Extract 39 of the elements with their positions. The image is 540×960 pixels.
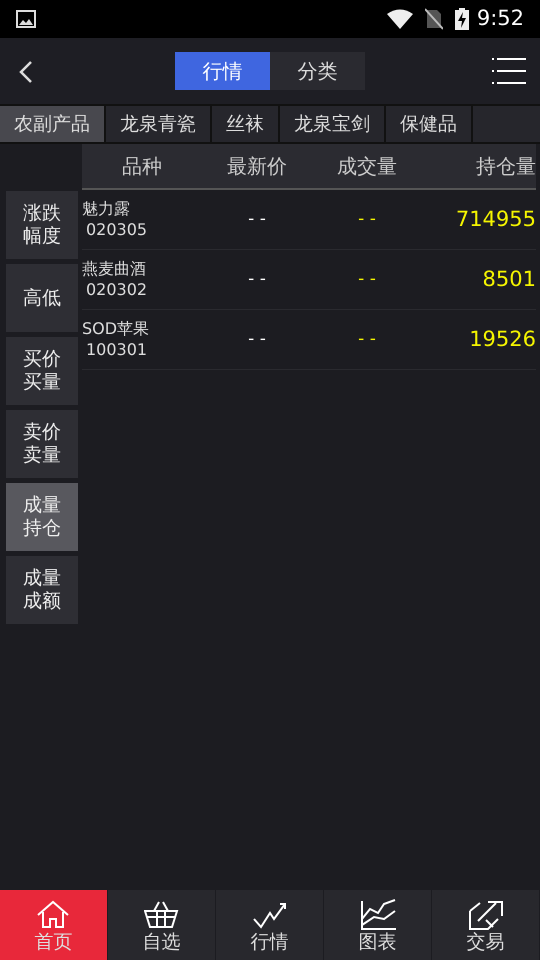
sort-button[interactable]: 卖价卖量: [6, 410, 78, 478]
product-name: SOD苹果: [82, 318, 150, 340]
product-code: 100301: [85, 340, 148, 360]
line-chart-icon: [360, 898, 396, 930]
column-header: 最新价: [226, 153, 288, 180]
sort-button[interactable]: 买价买量: [6, 337, 78, 405]
table-cell-text: 19526: [468, 326, 536, 353]
no-sim-icon: [424, 8, 443, 30]
table-cell-text: 8501: [482, 266, 536, 293]
clock: 9:52: [476, 5, 524, 32]
column-header: 成交量: [336, 153, 398, 180]
table-cell-text: - -: [247, 328, 267, 351]
table-cell-text: - -: [247, 268, 267, 291]
image-icon: [16, 10, 36, 28]
table-cell-text: 714955: [454, 206, 536, 233]
tab[interactable]: 行情: [175, 52, 270, 90]
home-icon: [36, 898, 72, 930]
sort-button[interactable]: 高低: [6, 264, 78, 332]
product-name: 燕麦曲酒: [82, 258, 147, 280]
product-code: 020305: [85, 220, 148, 240]
sort-button[interactable]: 涨跌幅度: [6, 191, 78, 259]
tab[interactable]: 分类: [270, 52, 365, 90]
sort-button[interactable]: 成量持仓: [6, 483, 78, 551]
arrow-box-icon: [468, 898, 504, 930]
category-tab[interactable]: 农副产品: [0, 106, 106, 142]
product-code: 020302: [85, 280, 148, 300]
table-cell-text: - -: [357, 328, 377, 351]
basket-icon: [144, 898, 180, 930]
battery-charging-icon: [454, 8, 469, 30]
table-cell-text: - -: [357, 208, 377, 231]
wifi-icon: [386, 9, 413, 29]
sort-button[interactable]: 成量成额: [6, 556, 78, 624]
table-cell-text: - -: [247, 208, 267, 231]
table-cell-text: - -: [357, 268, 377, 291]
menu-icon[interactable]: [492, 56, 526, 86]
column-header: 持仓量: [475, 153, 536, 180]
column-header: 品种: [121, 153, 163, 180]
back-icon[interactable]: [18, 60, 34, 84]
product-name: 魅力露: [82, 198, 131, 220]
